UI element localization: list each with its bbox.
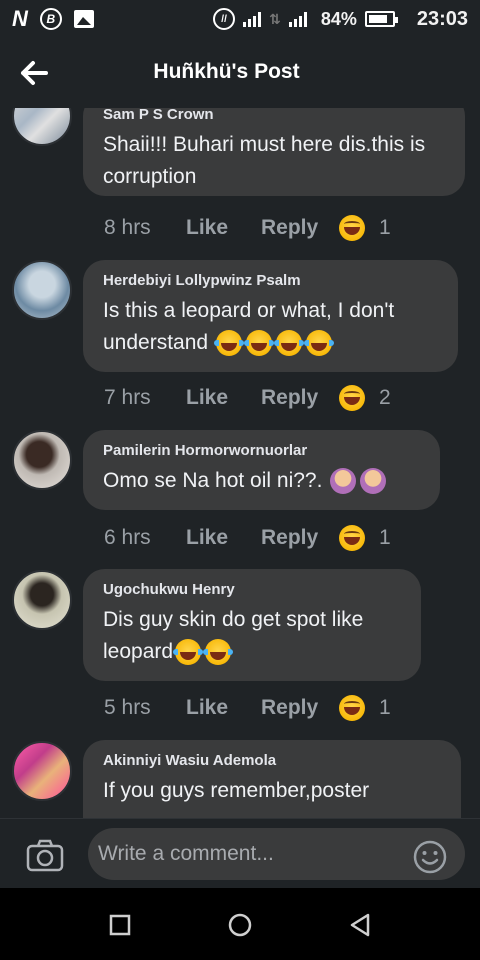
comment-text: Dis guy skin do get spot like leopard bbox=[103, 604, 401, 668]
home-button[interactable] bbox=[227, 912, 253, 938]
comment-author[interactable]: Pamilerin Hormorwornuorlar bbox=[103, 442, 420, 459]
signal-1-icon bbox=[243, 11, 262, 27]
reaction-summary[interactable]: 2 bbox=[339, 385, 391, 411]
avatar[interactable] bbox=[12, 570, 72, 630]
back-nav-button[interactable] bbox=[347, 912, 373, 938]
avatar[interactable] bbox=[12, 430, 72, 490]
system-navbar bbox=[0, 888, 480, 960]
comment-actions: 5 hrs Like Reply 1 bbox=[104, 693, 391, 723]
battery-percent: 84% bbox=[320, 8, 357, 29]
n-logo-icon: N bbox=[12, 6, 28, 31]
home-icon bbox=[228, 913, 252, 937]
reaction-count: 2 bbox=[379, 386, 391, 409]
like-button[interactable]: Like bbox=[186, 386, 261, 410]
status-bar: N B // ⇅ 84% 23:03 bbox=[0, 0, 480, 38]
reaction-count: 1 bbox=[379, 216, 391, 239]
comment-text-line: Dis guy skin do get spot like bbox=[103, 608, 364, 631]
comment-author[interactable]: Akinniyi Wasiu Ademola bbox=[103, 752, 441, 769]
avatar[interactable] bbox=[12, 108, 72, 146]
crying-laughing-icon bbox=[303, 330, 334, 357]
reaction-summary[interactable]: 1 bbox=[339, 525, 391, 551]
gallery-icon bbox=[73, 10, 94, 28]
comment-author[interactable]: Herdebiyi Lollypwinz Psalm bbox=[103, 272, 438, 289]
smiley-icon bbox=[413, 840, 447, 874]
app-header: Huñkhü's Post bbox=[0, 38, 480, 108]
comment-text: Omo se Na hot oil ni??. bbox=[103, 465, 420, 497]
comment-author[interactable]: Ugochukwu Henry bbox=[103, 581, 401, 598]
camera-icon bbox=[26, 839, 64, 872]
emoji-button[interactable] bbox=[412, 839, 448, 875]
crying-laughing-icon bbox=[243, 330, 274, 357]
back-triangle-icon bbox=[350, 913, 370, 937]
recent-apps-icon bbox=[109, 914, 131, 936]
comment-actions: 6 hrs Like Reply 1 bbox=[104, 523, 391, 553]
dual-sim-icon: // bbox=[213, 8, 236, 30]
like-button[interactable]: Like bbox=[186, 216, 261, 240]
inline-emojis bbox=[330, 468, 387, 495]
reaction-summary[interactable]: 1 bbox=[339, 215, 391, 241]
like-button[interactable]: Like bbox=[186, 696, 261, 720]
comment-author[interactable]: Sam P S Crown bbox=[103, 108, 445, 123]
comment-text: Shaii!!! Buhari must here dis.this is co… bbox=[103, 133, 426, 188]
reaction-summary[interactable]: 1 bbox=[339, 695, 391, 721]
comments-feed[interactable]: Sam P S Crown Shaii!!! Buhari must here … bbox=[0, 108, 480, 818]
crying-laughing-icon bbox=[203, 639, 234, 666]
comment-composer bbox=[0, 818, 480, 888]
comment-bubble[interactable]: Herdebiyi Lollypwinz Psalm Is this a leo… bbox=[83, 260, 458, 372]
signal-2-icon bbox=[288, 11, 307, 27]
facepalm-person-icon bbox=[330, 468, 357, 495]
reply-button[interactable]: Reply bbox=[261, 526, 339, 550]
reaction-count: 1 bbox=[379, 526, 391, 549]
comment-time[interactable]: 7 hrs bbox=[104, 386, 186, 410]
comment-text-line: leopard bbox=[103, 640, 174, 663]
comment-text: If you guys remember,poster bbox=[103, 779, 370, 802]
comment-time[interactable]: 8 hrs bbox=[104, 216, 186, 240]
haha-icon bbox=[339, 215, 365, 241]
comment-bubble[interactable]: Ugochukwu Henry Dis guy skin do get spot… bbox=[83, 569, 421, 681]
battery-icon bbox=[364, 11, 398, 27]
comment-bubble[interactable]: Pamilerin Hormorwornuorlar Omo se Na hot… bbox=[83, 430, 440, 510]
reply-button[interactable]: Reply bbox=[261, 216, 339, 240]
avatar[interactable] bbox=[12, 260, 72, 320]
recent-apps-button[interactable] bbox=[107, 912, 133, 938]
comment-bubble[interactable]: Sam P S Crown Shaii!!! Buhari must here … bbox=[83, 108, 465, 196]
haha-icon bbox=[339, 385, 365, 411]
comment-actions: 7 hrs Like Reply 2 bbox=[104, 383, 391, 413]
crying-laughing-icon bbox=[273, 330, 304, 357]
comment-time[interactable]: 5 hrs bbox=[104, 696, 186, 720]
crying-laughing-icon bbox=[173, 639, 204, 666]
haha-icon bbox=[339, 695, 365, 721]
inline-emojis bbox=[213, 330, 334, 357]
haha-icon bbox=[339, 525, 365, 551]
comment-time[interactable]: 6 hrs bbox=[104, 526, 186, 550]
crying-laughing-icon bbox=[213, 330, 244, 357]
avatar[interactable] bbox=[12, 741, 72, 801]
clock: 23:03 bbox=[416, 7, 468, 30]
comment-text-content: Omo se Na hot oil ni??. bbox=[103, 469, 323, 492]
reaction-count: 1 bbox=[379, 696, 391, 719]
b-circle-icon: B bbox=[39, 8, 62, 30]
comment-bubble[interactable]: Akinniyi Wasiu Ademola If you guys remem… bbox=[83, 740, 461, 818]
facepalm-person-icon bbox=[360, 468, 387, 495]
camera-button[interactable] bbox=[26, 839, 64, 873]
page-title: Huñkhü's Post bbox=[153, 60, 300, 83]
reply-button[interactable]: Reply bbox=[261, 696, 339, 720]
reply-button[interactable]: Reply bbox=[261, 386, 339, 410]
comment-actions: 8 hrs Like Reply 1 bbox=[104, 213, 391, 243]
comment-input[interactable] bbox=[88, 828, 465, 880]
inline-emojis bbox=[173, 639, 234, 666]
like-button[interactable]: Like bbox=[186, 526, 261, 550]
data-arrows-icon: ⇅ bbox=[269, 10, 281, 27]
comment-text: Is this a leopard or what, I don't under… bbox=[103, 295, 438, 359]
